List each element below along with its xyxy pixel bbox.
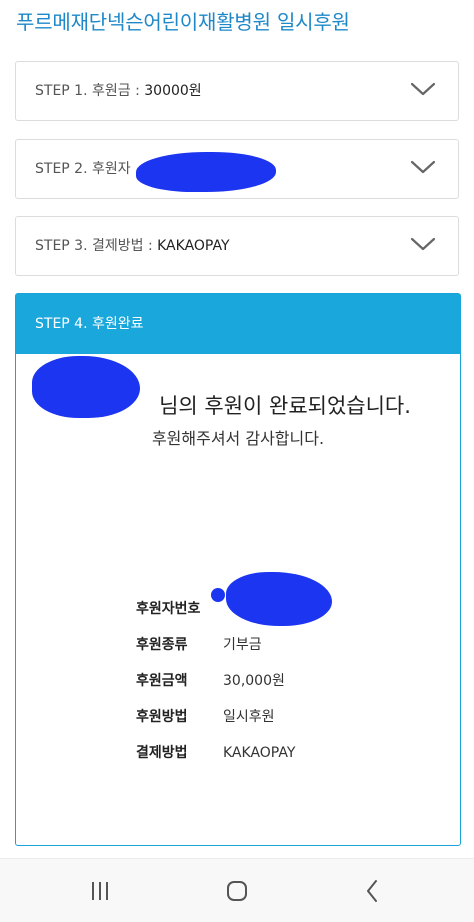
info-row-donation-method: 후원방법 일시후원 <box>136 698 295 734</box>
step-4-panel: STEP 4. 후원완료 님의 후원이 완료되었습니다. 후원해주셔서 감사합니… <box>15 293 461 846</box>
donation-complete-page: 푸르메재단넥슨어린이재활병원 일시후원 STEP 1. 후원금 : 30000원… <box>0 0 474 922</box>
step-2-accordion[interactable]: STEP 2. 후원자 <box>15 139 459 199</box>
redaction-mark <box>226 572 332 626</box>
chevron-down-icon[interactable] <box>410 236 436 252</box>
step-1-label: STEP 1. 후원금 : 30000원 <box>35 62 202 120</box>
step-3-label: STEP 3. 결제방법 : KAKAOPAY <box>35 217 230 275</box>
step-1-accordion[interactable]: STEP 1. 후원금 : 30000원 <box>15 61 459 121</box>
info-label: 후원종류 <box>136 637 188 653</box>
system-navigation-bar <box>0 858 474 922</box>
info-value: 일시후원 <box>223 709 275 725</box>
step-4-header[interactable]: STEP 4. 후원완료 <box>16 294 460 354</box>
step-1-title: STEP 1. 후원금 : <box>35 83 145 99</box>
info-row-donation-type: 후원종류 기부금 <box>136 626 295 662</box>
info-label: 후원자번호 <box>136 601 201 617</box>
step-1-value: 30000원 <box>144 83 202 99</box>
redaction-mark <box>211 588 225 602</box>
step-4-label: STEP 4. 후원완료 <box>35 316 144 332</box>
chevron-down-icon[interactable] <box>410 159 436 175</box>
step-3-accordion[interactable]: STEP 3. 결제방법 : KAKAOPAY <box>15 216 459 276</box>
info-value: KAKAOPAY <box>223 745 296 761</box>
back-icon[interactable] <box>355 873 391 909</box>
info-row-donor-number: 후원자번호 <box>136 572 332 626</box>
donation-info-table: 후원자번호 후원종류 기부금 후원금액 30,000원 후원방법 일시후원 결제방법 K… <box>136 572 332 770</box>
step-2-title: STEP 2. 후원자 <box>35 161 131 177</box>
info-row-payment-method: 결제방법 KAKAOPAY <box>136 734 295 770</box>
recent-apps-icon[interactable] <box>82 873 118 909</box>
thanks-message: 후원해주셔서 감사합니다. <box>151 429 325 448</box>
page-title: 푸르메재단넥슨어린이재활병원 일시후원 <box>16 10 350 34</box>
info-label: 후원금액 <box>136 673 188 689</box>
step-3-title: STEP 3. 결제방법 : <box>35 238 158 254</box>
chevron-down-icon[interactable] <box>410 81 436 97</box>
completion-message: 님의 후원이 완료되었습니다. <box>159 394 411 418</box>
info-label: 후원방법 <box>136 709 188 725</box>
info-label: 결제방법 <box>136 745 188 761</box>
redaction-mark <box>136 152 276 192</box>
info-value: 기부금 <box>223 637 262 653</box>
home-icon[interactable] <box>219 873 255 909</box>
info-value: 30,000원 <box>223 673 285 689</box>
step-3-value: KAKAOPAY <box>157 238 230 254</box>
info-row-donation-amount: 후원금액 30,000원 <box>136 662 295 698</box>
step-2-label: STEP 2. 후원자 <box>35 140 131 198</box>
